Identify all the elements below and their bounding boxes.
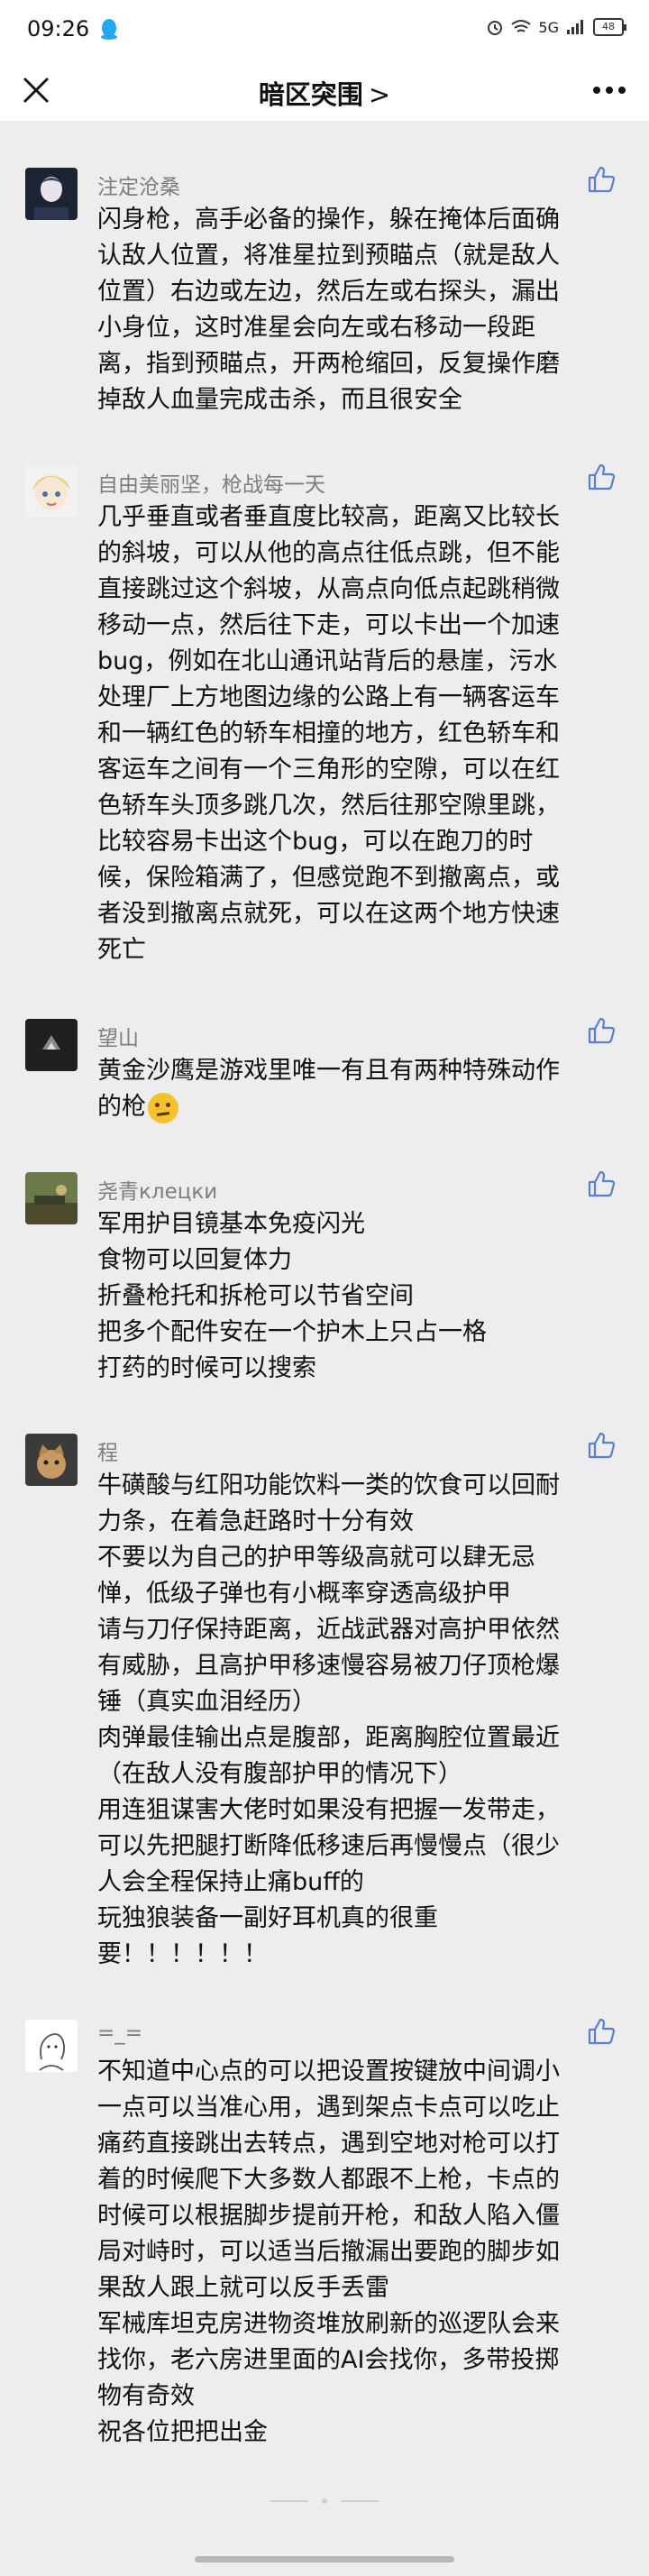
comment-line: 锤（真实血泪经历） (97, 1688, 316, 1716)
comment-line: 比较容易卡出这个bug，可以在跑刀的时 (97, 828, 534, 856)
comment-author[interactable]: 望山 (97, 1021, 139, 1051)
chevron-right-icon: > (368, 79, 391, 110)
like-icon[interactable] (586, 1169, 617, 1199)
like-icon[interactable] (586, 1430, 617, 1461)
comment-line: 候，保险箱满了，但感觉跑不到撤离点，或 (97, 864, 560, 892)
comment-body: 闪身枪，高手必备的操作，躲在掩体后面确 认敌人位置，将准星拉到预瞄点（就是敌人 … (97, 202, 611, 418)
comment-author[interactable]: 自由美丽坚，枪战每一天 (97, 467, 325, 498)
avatar[interactable] (25, 1434, 78, 1486)
end-of-list-divider (270, 2498, 379, 2504)
avatar[interactable] (25, 168, 78, 220)
comment-line: 认敌人位置，将准星拉到预瞄点（就是敌人 (97, 242, 560, 270)
comment-line: 的斜坡，可以从他的高点往低点跳，但不能 (97, 539, 560, 567)
comment-line: 痛药直接跳出去转点，遇到空地对枪可以打 (97, 2130, 560, 2158)
comment-line: bug，例如在北山通讯站背后的悬崖，污水 (97, 647, 558, 675)
thinking-emoji-icon (148, 1092, 178, 1123)
comment-line: 可以先把腿打断降低移速后再慢慢点（很少 (97, 1832, 560, 1860)
comment-line: 客运车之间有一个三角形的空隙，可以在红 (97, 756, 560, 784)
comment-line: 黄金沙鹰是游戏里唯一有且有两种特殊动作 (97, 1057, 560, 1085)
comment-line: 色轿车头顶多跳几次，然后往那空隙里跳， (97, 792, 560, 820)
avatar[interactable] (25, 1019, 78, 1071)
comment-line: 几乎垂直或者垂直度比较高，距离又比较长 (97, 503, 560, 531)
comment-line: 军用护目镜基本免疫闪光 (97, 1210, 365, 1238)
comment-line: 和一辆红色的轿车相撞的地方，红色轿车和 (97, 720, 560, 747)
signal-label: 5G (538, 18, 559, 36)
comment-line: 请与刀仔保持距离，近战武器对高护甲依然 (97, 1616, 560, 1644)
comment-line: 局对峙时，可以适当后撤漏出要跑的脚步如 (97, 2238, 560, 2266)
comment-line: 一点可以当准心用，遇到架点卡点可以吃止 (97, 2094, 560, 2122)
comment-line: 的枪 (97, 1089, 611, 1125)
comment-line: 小身位，这时准星会向左或右移动一段距 (97, 314, 535, 342)
comment-line: 牛磺酸与红阳功能饮料一类的饮食可以回耐 (97, 1471, 560, 1499)
avatar[interactable] (25, 465, 78, 518)
status-icons: 5G 48 (486, 18, 626, 36)
like-icon[interactable] (586, 462, 617, 492)
signal-icon (567, 20, 583, 34)
comment-line: 者没到撤离点就死，可以在这两个地方快速 (97, 900, 560, 928)
comment-line: 闪身枪，高手必备的操作，躲在掩体后面确 (97, 206, 560, 234)
comment-line-text: 的枪 (97, 1093, 146, 1121)
comment-line: 直接跳过这个斜坡，从高点向低点起跳稍微 (97, 575, 560, 603)
avatar[interactable] (25, 1172, 78, 1224)
comment-line: 着的时候爬下大多数人都跟不上枪，卡点的 (97, 2166, 560, 2194)
comment-line: 折叠枪托和拆枪可以节省空间 (97, 1282, 414, 1310)
like-icon[interactable] (586, 1015, 617, 1046)
comment-line: 不知道中心点的可以把设置按键放中间调小 (97, 2058, 560, 2086)
comment-body: 军用护目镜基本免疫闪光 食物可以回复体力 折叠枪托和拆枪可以节省空间 把多个配件… (97, 1206, 611, 1387)
comment-line: 离，指到预瞄点，开两枪缩回，反复操作磨 (97, 350, 560, 378)
wifi-icon (511, 20, 532, 32)
comment-line: 军械库坦克房进物资堆放刷新的巡逻队会来 (97, 2310, 560, 2338)
page-title-text: 暗区突围 (258, 79, 363, 110)
alarm-icon (488, 21, 503, 35)
comment-line: 果敌人跟上就可以反手丢雷 (97, 2274, 389, 2302)
comment-author[interactable]: 尧青клецки (97, 1174, 217, 1205)
status-time: 09:26 (27, 16, 90, 41)
comment-line: 人会全程保持止痛buff的 (97, 1868, 364, 1896)
comment-line: 不要以为自己的护甲等级高就可以肆无忌 (97, 1544, 535, 1572)
comment-line: 要！！！！！！ (97, 1940, 268, 1968)
comment-line: 移动一点，然后往下走，可以卡出一个加速 (97, 611, 560, 639)
comment-line: 打药的时候可以搜索 (97, 1354, 316, 1382)
nav-bar: 暗区突围 > (0, 60, 649, 121)
comment-line: 用连狙谋害大佬时如果没有把握一发带走， (97, 1796, 560, 1824)
comment-body: 几乎垂直或者垂直度比较高，距离又比较长 的斜坡，可以从他的高点往低点跳，但不能 … (97, 500, 611, 968)
comment-author[interactable]: 程 (97, 1435, 118, 1466)
comment-body: 黄金沙鹰是游戏里唯一有且有两种特殊动作 的枪 (97, 1053, 611, 1125)
comment-line: 有威胁，且高护甲移速慢容易被刀仔顶枪爆 (97, 1652, 560, 1680)
comment-line: 食物可以回复体力 (97, 1246, 292, 1274)
comment-author[interactable]: =_= (97, 2021, 142, 2045)
comment-line: 物有奇效 (97, 2382, 195, 2410)
comment-line: 时候可以根据脚步提前开枪，和敌人陷入僵 (97, 2202, 560, 2230)
comment-line: 掉敌人血量完成击杀，而且很安全 (97, 386, 462, 414)
comment-body: 牛磺酸与红阳功能饮料一类的饮食可以回耐 力条，在着急赶路时十分有效 不要以为自己… (97, 1468, 611, 1973)
comment-line: 玩独狼装备一副好耳机真的很重 (97, 1904, 438, 1932)
comment-line: 力条，在着急赶路时十分有效 (97, 1508, 414, 1536)
comment-line: 祝各位把把出金 (97, 2418, 268, 2446)
comment-line: 肉弹最佳输出点是腹部，距离胸腔位置最近 (97, 1724, 560, 1752)
battery-indicator: 48 (593, 18, 626, 36)
avatar[interactable] (25, 2020, 78, 2072)
comment-line: 处理厂上方地图边缘的公路上有一辆客运车 (97, 683, 560, 711)
more-icon[interactable] (590, 79, 629, 101)
qq-penguin-icon (101, 19, 117, 40)
home-indicator[interactable] (195, 2556, 454, 2562)
comment-line: （在敌人没有腹部护甲的情况下） (97, 1760, 462, 1788)
comment-line: 位置）右边或左边，然后左或右探头，漏出 (97, 278, 560, 306)
comment-line: 惮，低级子弹也有小概率穿透高级护甲 (97, 1580, 511, 1608)
comment-line: 死亡 (97, 936, 146, 964)
like-icon[interactable] (586, 2016, 617, 2047)
status-bar: 09:26 5G 48 (0, 0, 649, 60)
comment-author[interactable]: 注定沧桑 (97, 170, 180, 200)
comment-line: 把多个配件安在一个护木上只占一格 (97, 1318, 487, 1346)
like-icon[interactable] (586, 164, 617, 195)
comment-line: 找你，老六房进里面的AI会找你，多带投掷 (97, 2346, 560, 2374)
page-title[interactable]: 暗区突围 > (0, 74, 649, 112)
comment-body: 不知道中心点的可以把设置按键放中间调小 一点可以当准心用，遇到架点卡点可以吃止 … (97, 2054, 611, 2451)
